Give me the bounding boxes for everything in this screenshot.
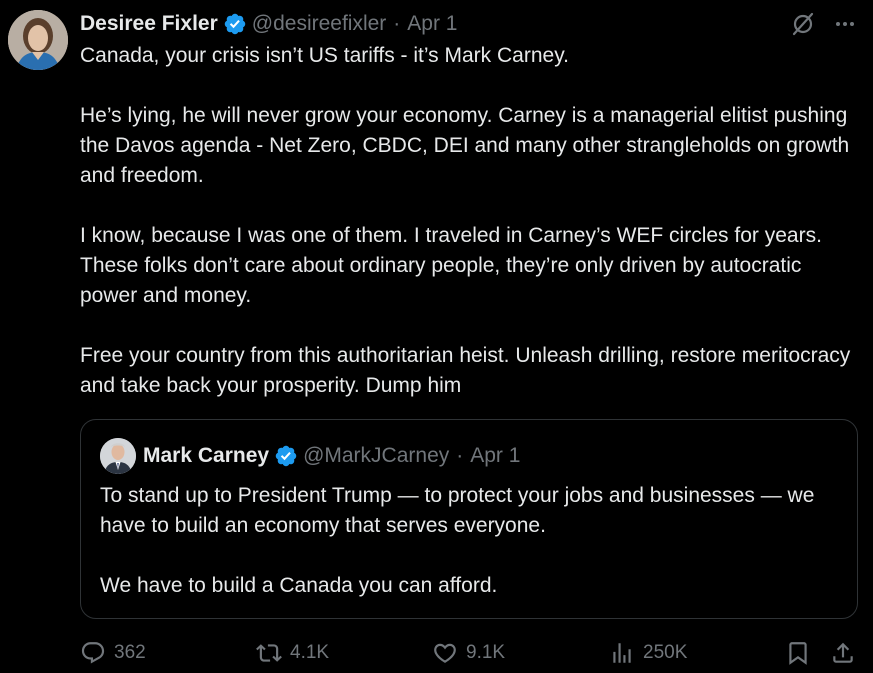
- bookmark-icon: [789, 642, 807, 665]
- reply-count: 362: [114, 642, 146, 663]
- repost-button[interactable]: 4.1K: [256, 636, 329, 670]
- author-avatar[interactable]: [8, 10, 68, 70]
- share-icon: [833, 642, 853, 663]
- reply-icon: [81, 642, 105, 664]
- like-count: 9.1K: [466, 642, 506, 663]
- tweet: Desiree Fixler @desireefixler · Apr 1 Ca…: [0, 0, 873, 673]
- more-icon[interactable]: [831, 10, 859, 38]
- quoted-author-avatar[interactable]: [100, 438, 136, 474]
- post-body: Canada, your crisis isn’t US tariffs - i…: [80, 41, 860, 431]
- quoted-author-name[interactable]: Mark Carney: [143, 444, 269, 468]
- repost-icon: [256, 644, 282, 662]
- like-button[interactable]: 9.1K: [432, 636, 505, 670]
- quoted-paragraph: To stand up to President Trump — to prot…: [100, 484, 815, 537]
- views-count: 250K: [643, 642, 688, 663]
- grok-icon[interactable]: [789, 10, 817, 38]
- top-actions: [789, 10, 859, 38]
- quoted-post[interactable]: Mark Carney @MarkJCarney · Apr 1 To stan…: [80, 419, 858, 619]
- bookmark-button[interactable]: [785, 636, 811, 670]
- verified-badge-icon[interactable]: [274, 444, 298, 468]
- quoted-paragraph: We have to build a Canada you can afford…: [100, 574, 498, 597]
- author-handle[interactable]: @desireefixler: [252, 12, 387, 36]
- author-header: Desiree Fixler @desireefixler · Apr 1: [80, 10, 458, 38]
- quoted-author-handle[interactable]: @MarkJCarney: [303, 444, 449, 468]
- share-button[interactable]: [830, 636, 856, 670]
- post-date[interactable]: Apr 1: [407, 12, 457, 36]
- verified-badge-icon[interactable]: [223, 12, 247, 36]
- heart-icon: [434, 643, 456, 663]
- separator-dot: ·: [393, 12, 401, 35]
- views-button[interactable]: 250K: [609, 636, 687, 670]
- repost-count: 4.1K: [290, 642, 330, 663]
- action-bar: 362 4.1K 9.1K 250K: [80, 636, 860, 670]
- post-paragraph: He’s lying, he will never grow your econ…: [80, 104, 850, 187]
- reply-button[interactable]: 362: [80, 636, 146, 670]
- post-paragraph: Canada, your crisis isn’t US tariffs - i…: [80, 44, 569, 67]
- views-icon: [613, 643, 631, 663]
- quoted-body: To stand up to President Trump — to prot…: [100, 481, 840, 631]
- separator-dot: ·: [456, 444, 464, 467]
- post-paragraph: I know, because I was one of them. I tra…: [80, 224, 822, 307]
- post-paragraph: Free your country from this authoritaria…: [80, 344, 851, 397]
- author-name[interactable]: Desiree Fixler: [80, 12, 218, 36]
- quoted-header: Mark Carney @MarkJCarney · Apr 1: [143, 442, 520, 470]
- quoted-post-date[interactable]: Apr 1: [470, 444, 520, 468]
